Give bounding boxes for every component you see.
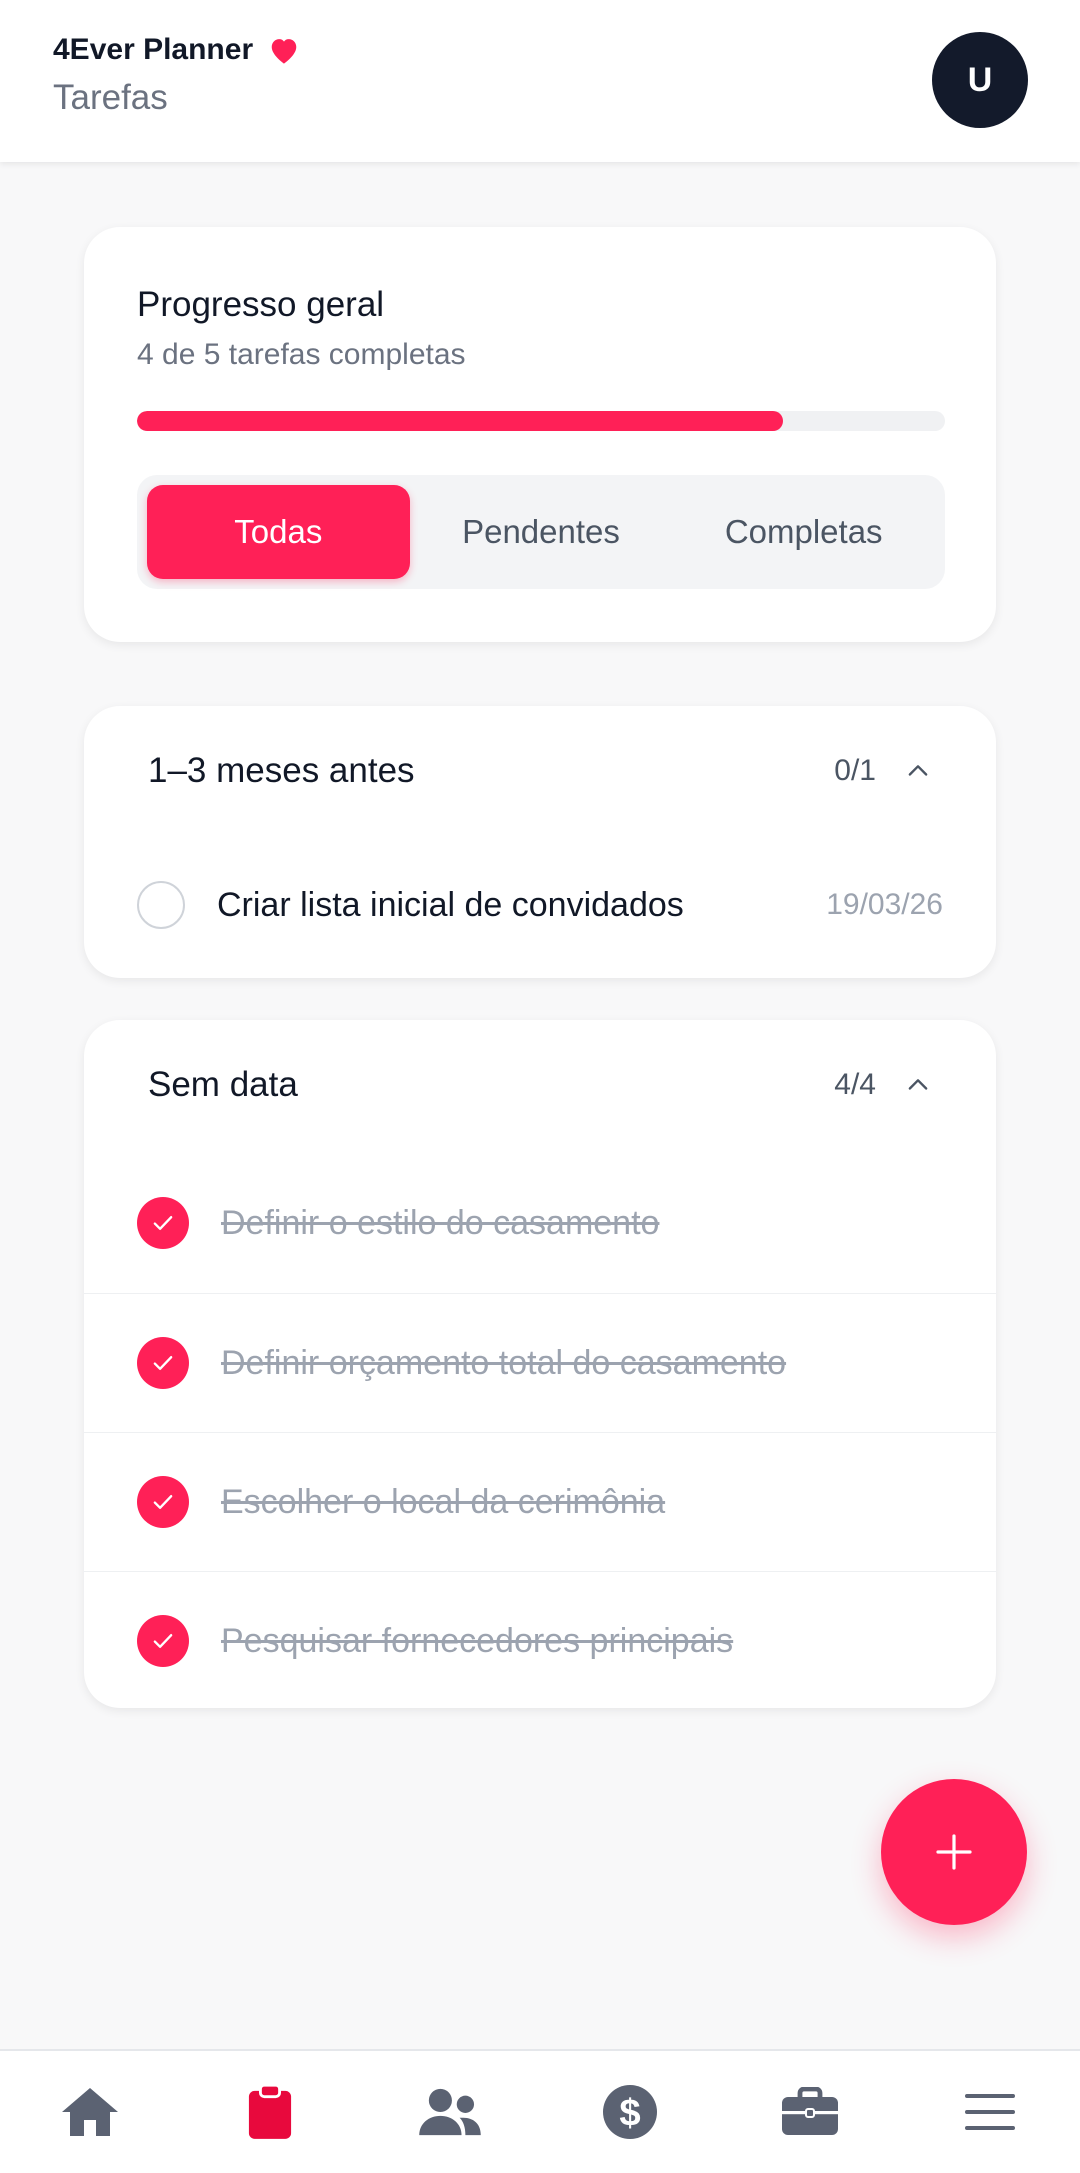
task-title: Pesquisar fornecedores principais bbox=[221, 1621, 734, 1660]
task-checkbox-checked[interactable] bbox=[137, 1615, 189, 1667]
avatar[interactable]: U bbox=[932, 32, 1028, 128]
check-icon bbox=[153, 1634, 173, 1648]
check-icon bbox=[153, 1495, 173, 1509]
nav-vendors[interactable] bbox=[750, 2062, 870, 2162]
nav-home[interactable] bbox=[30, 2062, 150, 2162]
bottom-nav: $ bbox=[0, 2049, 1080, 2173]
menu-icon bbox=[965, 2094, 1015, 2130]
progress-card: Progresso geral 4 de 5 tarefas completas… bbox=[84, 227, 996, 642]
progress-subtitle: 4 de 5 tarefas completas bbox=[137, 338, 466, 371]
svg-text:$: $ bbox=[619, 2092, 640, 2135]
task-section: Sem data 4/4 Definir o estilo do casamen… bbox=[84, 1020, 996, 1708]
task-checkbox-checked[interactable] bbox=[137, 1476, 189, 1528]
add-task-button[interactable] bbox=[881, 1779, 1027, 1925]
nav-budget[interactable]: $ bbox=[570, 2062, 690, 2162]
app-name: 4Ever Planner bbox=[53, 33, 254, 66]
section-header[interactable]: Sem data 4/4 bbox=[148, 1020, 932, 1150]
chevron-up-icon[interactable] bbox=[904, 757, 932, 785]
task-row[interactable]: Escolher o local da cerimônia bbox=[84, 1432, 996, 1571]
task-row[interactable]: Pesquisar fornecedores principais bbox=[84, 1571, 996, 1710]
section-header[interactable]: 1–3 meses antes 0/1 bbox=[148, 706, 932, 836]
task-row[interactable]: Definir orçamento total do casamento bbox=[84, 1293, 996, 1432]
briefcase-icon bbox=[782, 2087, 838, 2135]
top-header: 4Ever Planner Tarefas U bbox=[0, 0, 1080, 162]
task-section: 1–3 meses antes 0/1 Criar lista inicial … bbox=[84, 706, 996, 978]
task-title: Definir o estilo do casamento bbox=[221, 1203, 660, 1242]
nav-menu[interactable] bbox=[930, 2062, 1050, 2162]
check-icon bbox=[153, 1356, 173, 1370]
task-checkbox-checked[interactable] bbox=[137, 1337, 189, 1389]
task-row[interactable]: Definir o estilo do casamento bbox=[84, 1154, 996, 1292]
task-title: Criar lista inicial de convidados bbox=[217, 885, 684, 924]
tab-pendentes[interactable]: Pendentes bbox=[410, 485, 673, 579]
task-checkbox[interactable] bbox=[137, 881, 185, 929]
filter-tabs: Todas Pendentes Completas bbox=[137, 475, 945, 589]
app-brand: 4Ever Planner bbox=[53, 33, 301, 67]
home-icon bbox=[62, 2088, 118, 2136]
dollar-icon: $ bbox=[603, 2085, 657, 2139]
tab-todas[interactable]: Todas bbox=[147, 485, 410, 579]
tab-completas[interactable]: Completas bbox=[672, 485, 935, 579]
task-date: 19/03/26 bbox=[826, 888, 943, 921]
progress-title: Progresso geral bbox=[137, 285, 385, 324]
check-icon bbox=[153, 1216, 173, 1230]
task-title: Escolher o local da cerimônia bbox=[221, 1482, 666, 1521]
page-title: Tarefas bbox=[53, 78, 168, 117]
task-title: Definir orçamento total do casamento bbox=[221, 1343, 787, 1382]
nav-guests[interactable] bbox=[390, 2062, 510, 2162]
heart-icon bbox=[271, 39, 297, 64]
clipboard-icon bbox=[248, 2083, 292, 2139]
users-icon bbox=[419, 2088, 481, 2136]
progress-bar-fill bbox=[137, 411, 784, 431]
task-checkbox-checked[interactable] bbox=[137, 1197, 189, 1249]
progress-bar bbox=[137, 411, 945, 431]
section-count: 4/4 bbox=[834, 1068, 876, 1101]
section-count: 0/1 bbox=[834, 754, 876, 787]
nav-tasks[interactable] bbox=[210, 2062, 330, 2162]
avatar-initial: U bbox=[967, 60, 993, 99]
section-title: Sem data bbox=[148, 1065, 298, 1104]
task-row[interactable]: Criar lista inicial de convidados 19/03/… bbox=[84, 836, 996, 974]
plus-icon bbox=[936, 1834, 972, 1870]
section-title: 1–3 meses antes bbox=[148, 751, 415, 790]
chevron-up-icon[interactable] bbox=[904, 1071, 932, 1099]
